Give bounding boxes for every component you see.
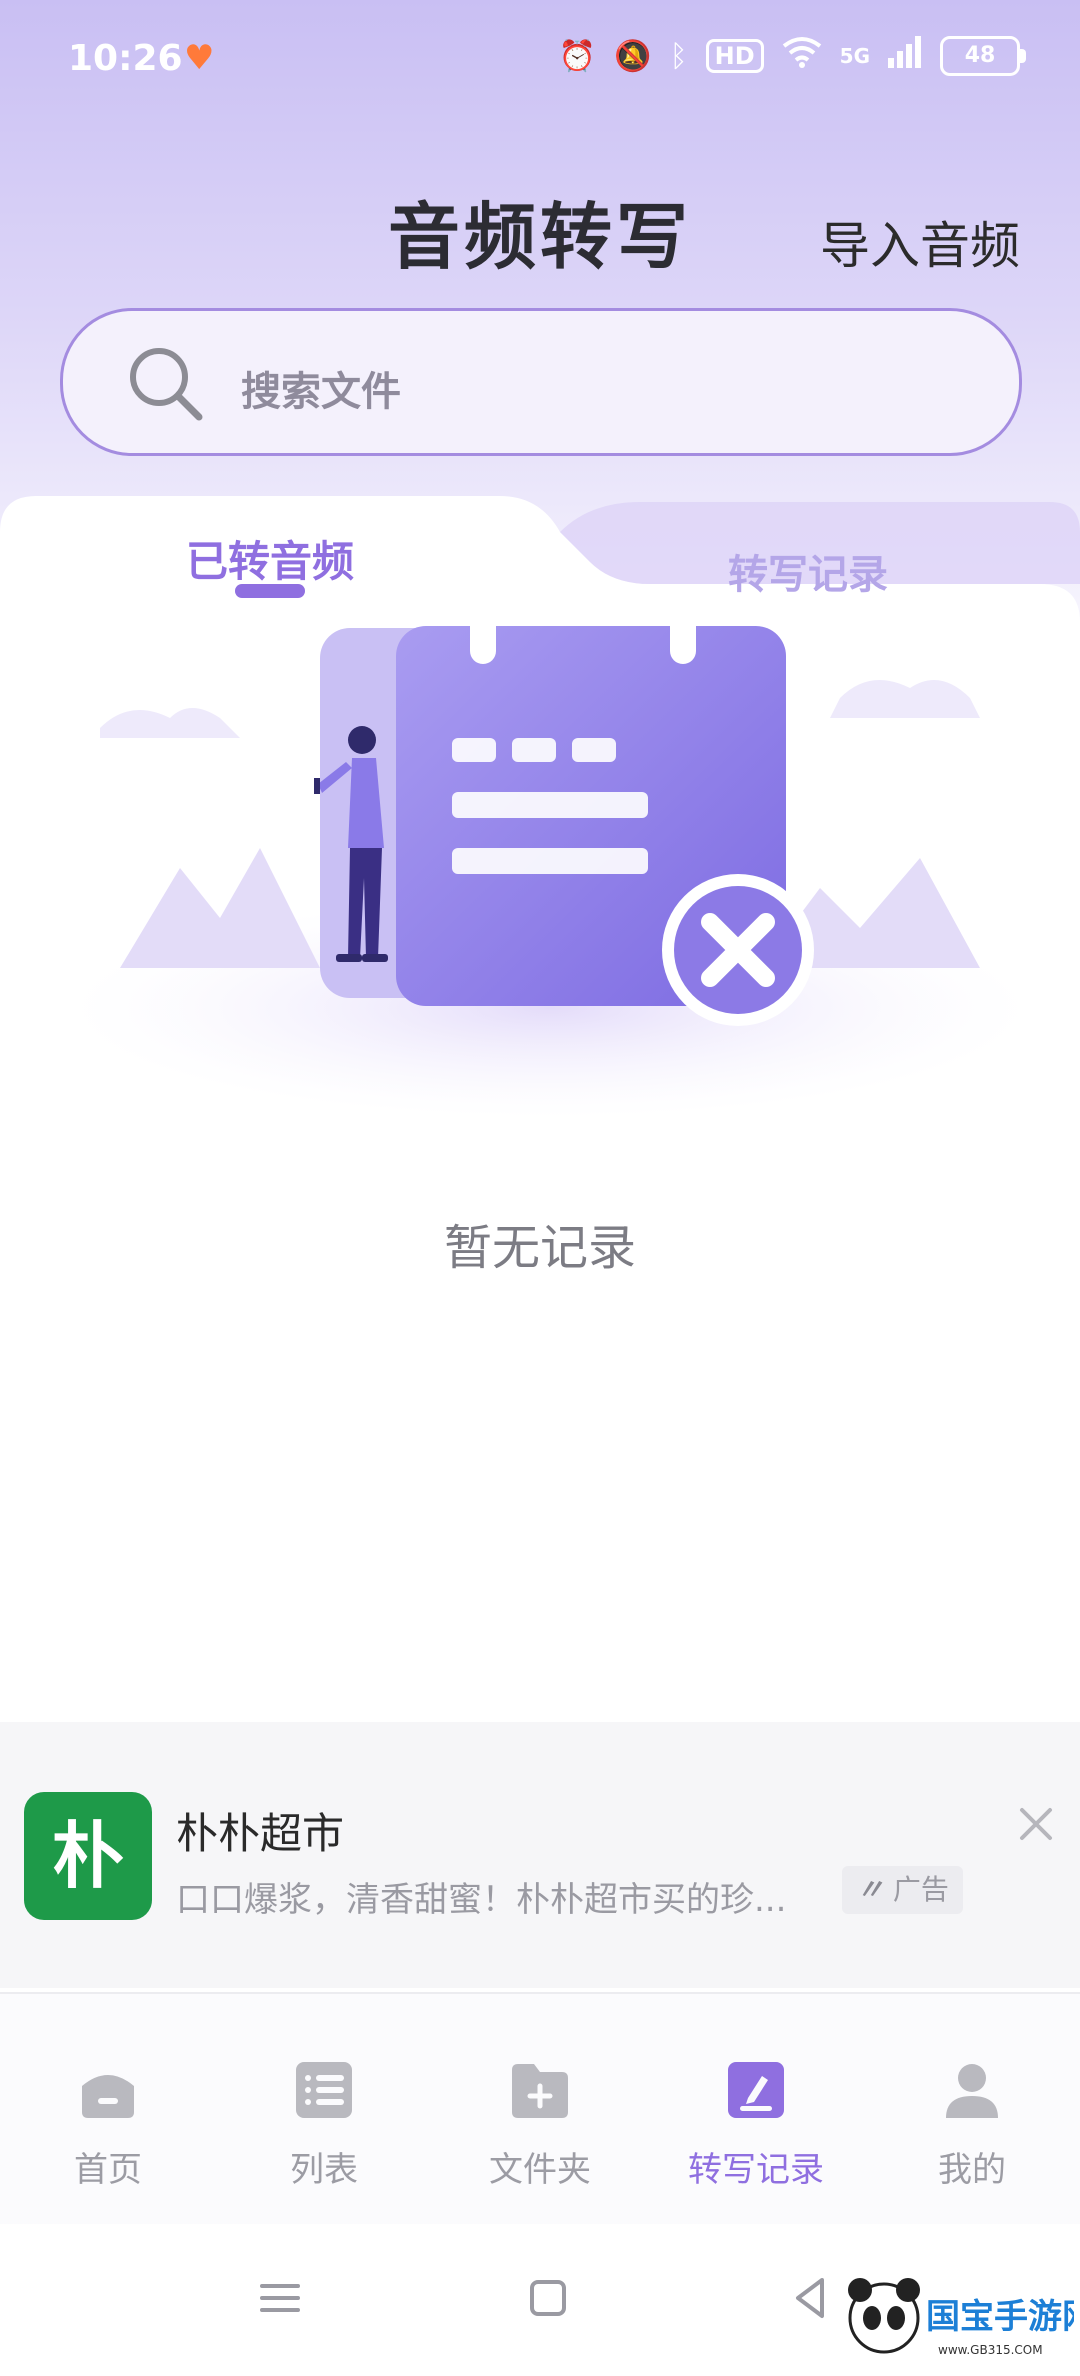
close-icon[interactable]: [1014, 1802, 1058, 1846]
search-bar[interactable]: 搜索文件: [60, 308, 1022, 456]
ad-label: 〃 广告: [842, 1866, 963, 1914]
nav-item-profile[interactable]: 我的: [864, 1994, 1080, 2224]
bluetooth-icon: ᛒ: [669, 38, 688, 74]
search-icon: [130, 348, 203, 421]
status-time: 10:26: [68, 38, 183, 79]
nav-label-folder: 文件夹: [489, 2150, 591, 2190]
nav-label-transcription: 转写记录: [688, 2150, 824, 2190]
nav-label-list: 列表: [290, 2150, 358, 2190]
nav-item-transcription[interactable]: 转写记录: [648, 1994, 864, 2224]
ad-banner[interactable]: 朴 朴朴超市 口口爆浆，清香甜蜜！朴朴超市买的珍... 〃 广告: [0, 1722, 1080, 1988]
home-button-icon[interactable]: [518, 2268, 578, 2328]
battery-indicator: 48: [940, 36, 1026, 76]
wifi-icon: [782, 36, 822, 76]
empty-state-text: 暂无记录: [443, 1220, 636, 1276]
heart-icon: ♥: [184, 38, 215, 78]
menu-icon[interactable]: [250, 2268, 310, 2328]
ad-network-icon: 〃: [856, 1873, 885, 1906]
empty-illustration: [70, 598, 1030, 1118]
hd-badge: HD: [705, 39, 764, 73]
nav-item-list[interactable]: 列表: [216, 1994, 432, 2224]
ad-tag-text: 广告: [892, 1873, 949, 1906]
nav-label-profile: 我的: [938, 2150, 1006, 2190]
ad-app-logo[interactable]: 朴: [24, 1792, 152, 1920]
network-type: 5G: [839, 44, 870, 68]
ad-description[interactable]: 口口爆浆，清香甜蜜！朴朴超市买的珍...: [176, 1872, 786, 1921]
list-icon: [296, 2062, 352, 2118]
svg-text:国宝手游网: 国宝手游网: [926, 2297, 1074, 2337]
import-audio-button[interactable]: 导入音频: [820, 206, 1020, 278]
user-icon: [946, 2064, 998, 2118]
folder-add-icon: [512, 2064, 568, 2118]
watermark-logo: 国宝手游网 www.GB315.COM: [838, 2270, 1074, 2366]
mute-bell-icon: 🔕: [614, 38, 652, 74]
bottom-nav: 首页 列表 文件夹 转写记录 我的: [0, 1994, 1080, 2224]
ad-title[interactable]: 朴朴超市: [176, 1800, 344, 1861]
home-icon: [82, 2075, 134, 2118]
edit-note-icon: [728, 2062, 784, 2118]
signal-icon: [888, 36, 922, 76]
svg-text:www.GB315.COM: www.GB315.COM: [938, 2343, 1043, 2357]
search-placeholder: 搜索文件: [241, 369, 401, 415]
nav-label-home: 首页: [74, 2150, 142, 2190]
back-icon[interactable]: [782, 2268, 842, 2328]
nav-item-home[interactable]: 首页: [0, 1994, 216, 2224]
nav-item-folder[interactable]: 文件夹: [432, 1994, 648, 2224]
status-bar: 10:26 ♥ ⏰ 🔕 ᛒ HD 5G 48: [0, 0, 1080, 120]
tab-converted-audio[interactable]: 已转音频: [186, 528, 354, 589]
alarm-icon: ⏰: [558, 38, 597, 74]
status-icons: ⏰ 🔕 ᛒ HD 5G 48: [558, 36, 1026, 76]
